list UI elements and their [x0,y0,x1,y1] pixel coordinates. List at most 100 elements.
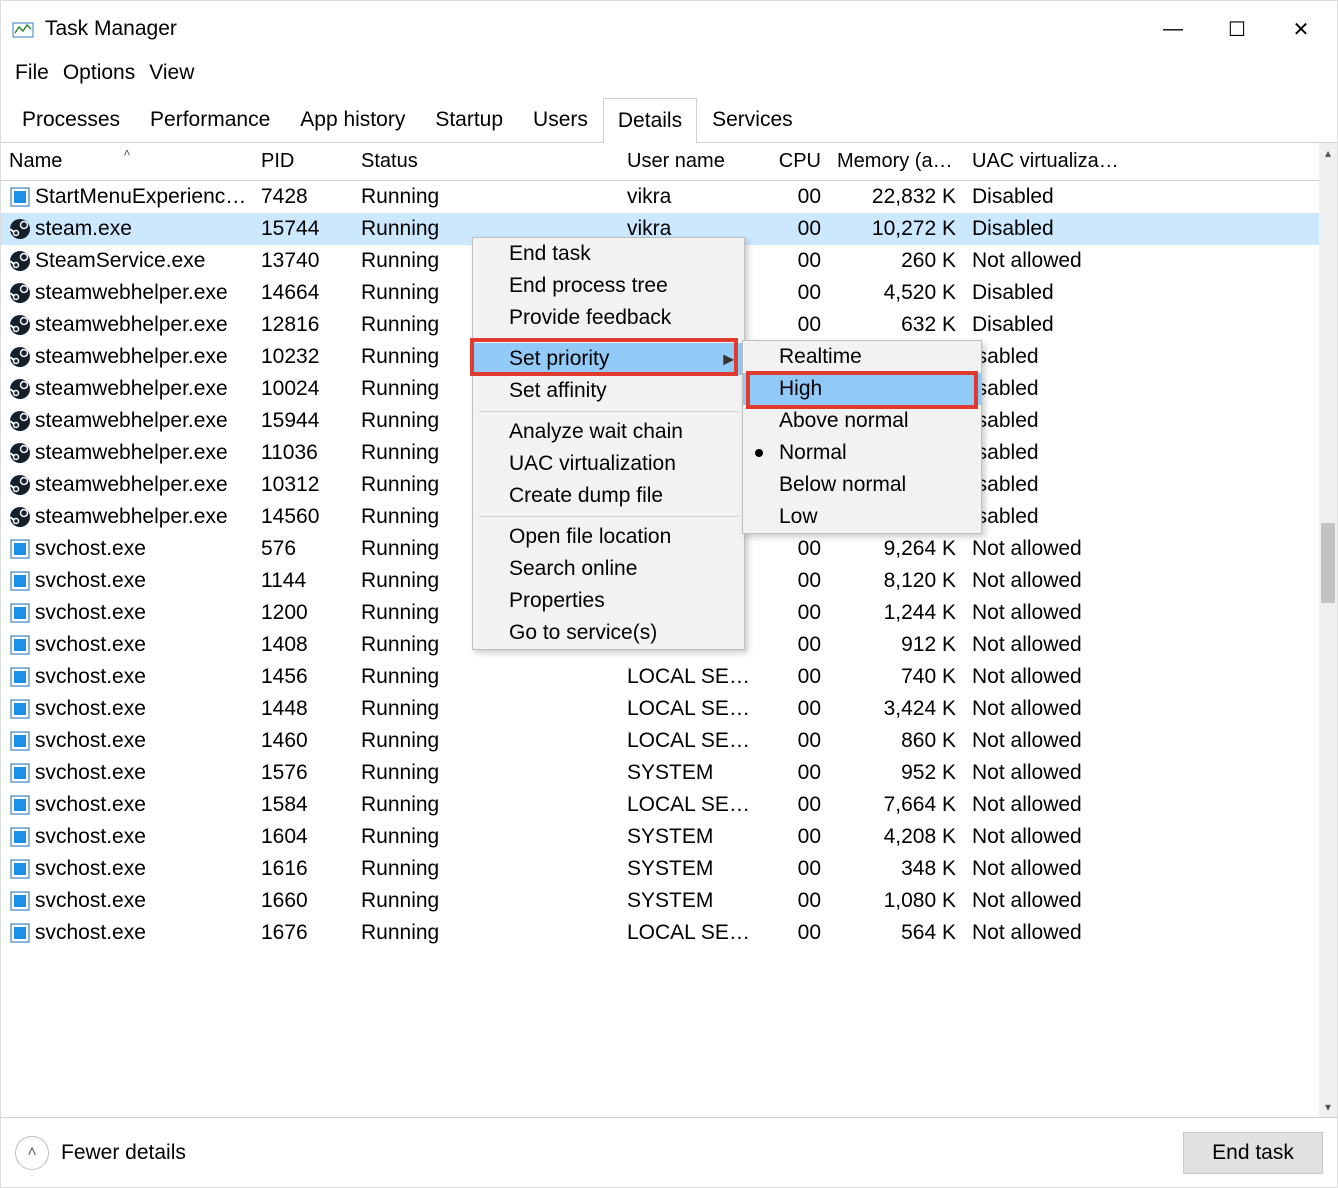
table-row[interactable]: StartMenuExperience...7428Runningvikra00… [1,181,1319,213]
app-icon [9,666,31,688]
steam-icon [9,346,31,368]
tab-users[interactable]: Users [518,97,603,142]
scroll-thumb[interactable] [1321,523,1335,603]
col-name[interactable]: Name˄ [1,150,253,173]
process-status: Running [353,857,619,881]
minimize-button[interactable]: — [1141,7,1205,51]
process-status: Running [353,825,619,849]
steam-icon [9,250,31,272]
table-row[interactable]: svchost.exe1460RunningLOCAL SERV...00860… [1,725,1319,757]
app-icon [9,538,31,560]
process-uac: Disabled [964,217,1132,241]
fewer-details-toggle[interactable]: ˄ Fewer details [15,1136,186,1170]
ctx-search-online[interactable]: Search online [473,553,744,585]
process-name: steamwebhelper.exe [35,505,228,529]
end-task-button[interactable]: End task [1183,1132,1323,1174]
process-name: svchost.exe [35,729,146,753]
process-uac: isabled [964,345,1132,369]
window-title: Task Manager [45,17,177,41]
process-pid: 11036 [253,441,353,465]
table-row[interactable]: svchost.exe1448RunningLOCAL SERV...003,4… [1,693,1319,725]
ctx-open-file-location[interactable]: Open file location [473,521,744,553]
app-icon [9,730,31,752]
process-uac: Not allowed [964,633,1132,657]
tab-app-history[interactable]: App history [285,97,420,142]
col-user[interactable]: User name [619,150,759,173]
process-uac: Not allowed [964,793,1132,817]
tab-processes[interactable]: Processes [7,97,135,142]
table-row[interactable]: svchost.exe1604RunningSYSTEM004,208 KNot… [1,821,1319,853]
process-user: vikra [619,185,759,209]
tab-details[interactable]: Details [603,98,697,143]
process-name: svchost.exe [35,601,146,625]
table-row[interactable]: svchost.exe1616RunningSYSTEM00348 KNot a… [1,853,1319,885]
process-uac: isabled [964,441,1132,465]
maximize-button[interactable]: ☐ [1205,7,1269,51]
process-cpu: 00 [759,825,829,849]
process-pid: 1456 [253,665,353,689]
process-pid: 576 [253,537,353,561]
ctx-uac-virtualization[interactable]: UAC virtualization [473,448,744,480]
priority-normal[interactable]: Normal [743,437,981,469]
table-row[interactable]: svchost.exe1456RunningLOCAL SERV...00740… [1,661,1319,693]
col-cpu[interactable]: CPU [759,150,829,173]
menu-file[interactable]: File [9,57,55,89]
ctx-create-dump-file[interactable]: Create dump file [473,480,744,512]
tab-performance[interactable]: Performance [135,97,285,142]
ctx-set-affinity[interactable]: Set affinity [473,375,744,407]
table-row[interactable]: svchost.exe1676RunningLOCAL SERV...00564… [1,917,1319,949]
process-cpu: 00 [759,537,829,561]
ctx-provide-feedback[interactable]: Provide feedback [473,302,744,334]
steam-icon [9,410,31,432]
process-pid: 13740 [253,249,353,273]
process-cpu: 00 [759,185,829,209]
ctx-go-to-service-s-[interactable]: Go to service(s) [473,617,744,649]
table-row[interactable]: svchost.exe1584RunningLOCAL SERV...007,6… [1,789,1319,821]
steam-icon [9,218,31,240]
priority-above-normal[interactable]: Above normal [743,405,981,437]
table-row[interactable]: svchost.exe1660RunningSYSTEM001,080 KNot… [1,885,1319,917]
table-row[interactable]: svchost.exe1576RunningSYSTEM00952 KNot a… [1,757,1319,789]
titlebar: Task Manager — ☐ ✕ [1,1,1337,57]
col-uac[interactable]: UAC virtualizati... [964,150,1132,173]
process-uac: Not allowed [964,761,1132,785]
process-name: steamwebhelper.exe [35,377,228,401]
process-memory: 952 K [829,761,964,785]
process-uac: Not allowed [964,569,1132,593]
ctx-analyze-wait-chain[interactable]: Analyze wait chain [473,416,744,448]
process-user: LOCAL SERV... [619,729,759,753]
process-uac: isabled [964,377,1132,401]
scroll-down-icon[interactable]: ▾ [1319,1097,1337,1117]
process-name: svchost.exe [35,569,146,593]
vertical-scrollbar[interactable]: ▴ ▾ [1319,143,1337,1117]
col-status[interactable]: Status [353,150,619,173]
ctx-set-priority[interactable]: Set priority▶ [473,343,744,375]
process-cpu: 00 [759,313,829,337]
menu-view[interactable]: View [143,57,200,89]
process-user: SYSTEM [619,761,759,785]
process-name: SteamService.exe [35,249,205,273]
menu-options[interactable]: Options [57,57,141,89]
close-button[interactable]: ✕ [1269,7,1333,51]
process-memory: 10,272 K [829,217,964,241]
ctx-properties[interactable]: Properties [473,585,744,617]
process-name: svchost.exe [35,633,146,657]
scroll-up-icon[interactable]: ▴ [1319,143,1337,163]
steam-icon [9,378,31,400]
priority-realtime[interactable]: Realtime [743,341,981,373]
process-memory: 860 K [829,729,964,753]
priority-below-normal[interactable]: Below normal [743,469,981,501]
tab-startup[interactable]: Startup [420,97,518,142]
tab-services[interactable]: Services [697,97,808,142]
priority-high[interactable]: High [743,373,981,405]
col-memory[interactable]: Memory (ac... [829,150,964,173]
priority-low[interactable]: Low [743,501,981,533]
ctx-end-process-tree[interactable]: End process tree [473,270,744,302]
process-status: Running [353,921,619,945]
process-name: svchost.exe [35,825,146,849]
process-memory: 22,832 K [829,185,964,209]
priority-submenu: RealtimeHighAbove normalNormalBelow norm… [742,340,982,534]
submenu-arrow-icon: ▶ [723,351,734,368]
ctx-end-task[interactable]: End task [473,238,744,270]
col-pid[interactable]: PID [253,150,353,173]
